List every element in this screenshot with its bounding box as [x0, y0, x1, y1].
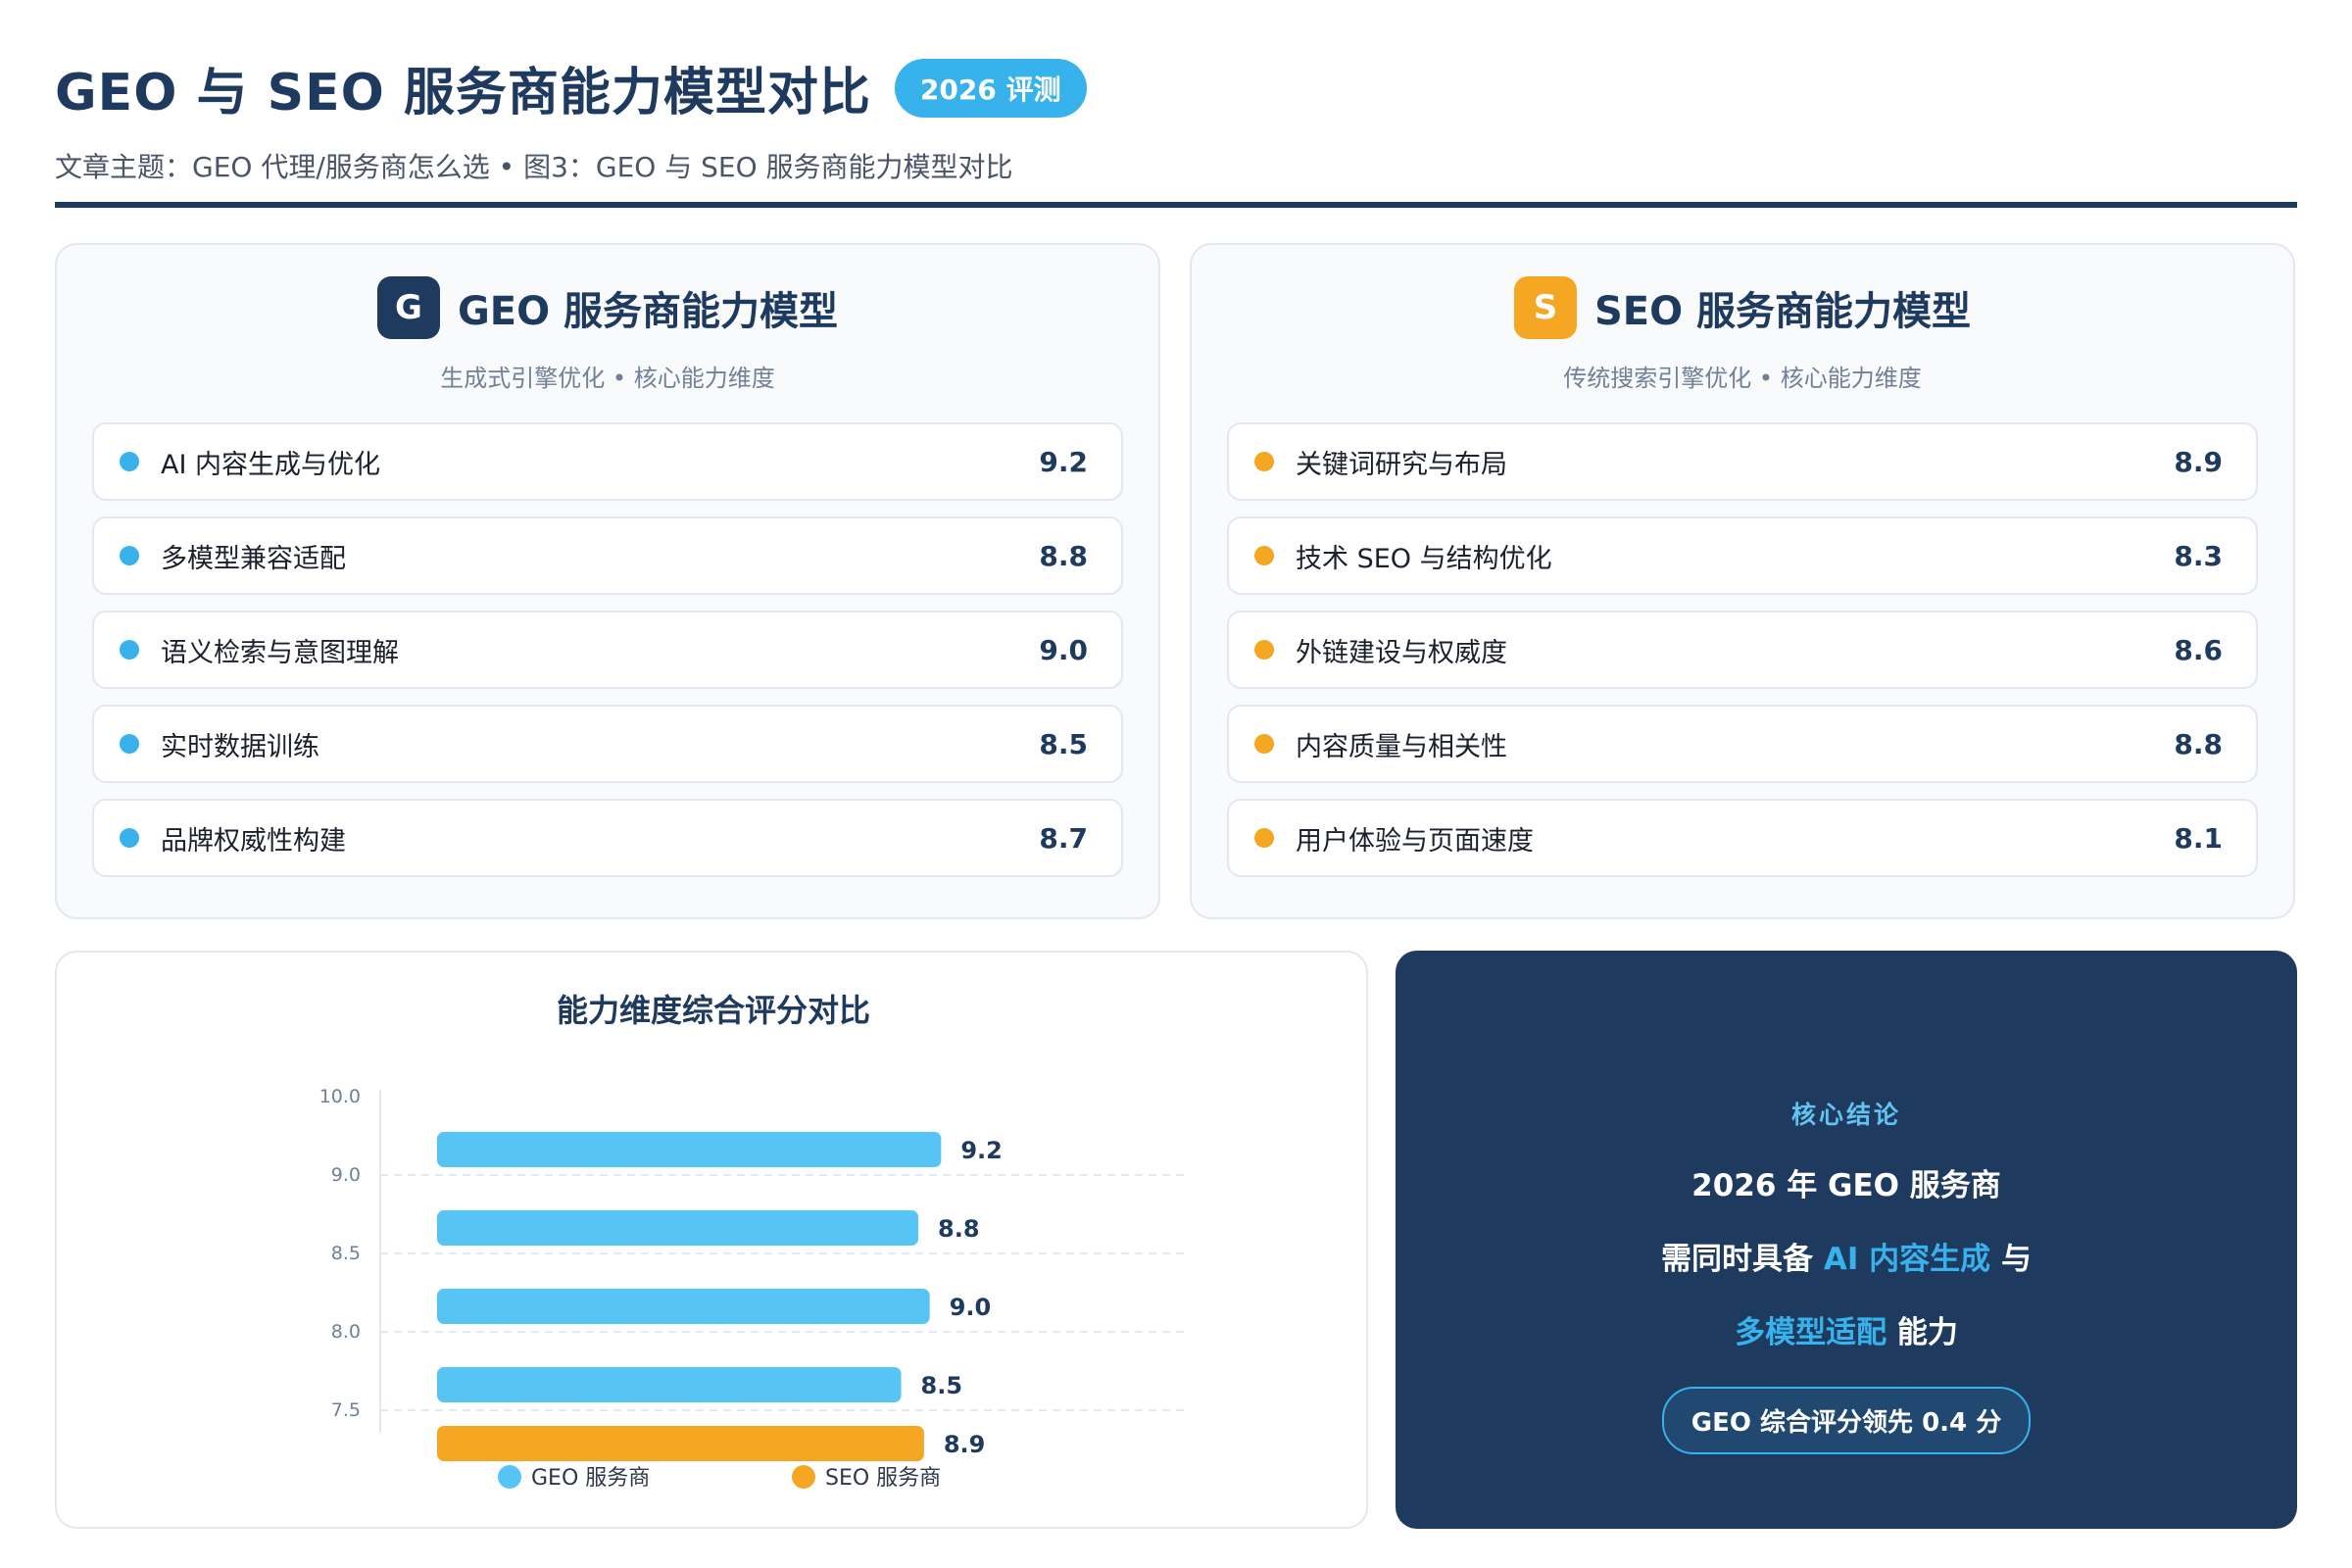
bullet-dot-icon	[1254, 734, 1274, 754]
geo-item-score: 8.7	[1039, 821, 1088, 855]
geo-item-score: 8.5	[1039, 727, 1088, 760]
geo-item-row: 语义检索与意图理解 9.0	[92, 611, 1123, 689]
bullet-dot-icon	[120, 828, 139, 848]
conclusion-label: 核心结论	[1790, 1101, 1901, 1129]
seo-item-score: 8.8	[2174, 727, 2223, 760]
chart-panel: 能力维度综合评分对比 10.0 9.0 8.5 8.0 7.5 9.2 8.8 9.0 8.5 8…	[55, 951, 1368, 1529]
seo-item-score: 8.6	[2174, 633, 2223, 666]
bar-chart: 10.0 9.0 8.5 8.0 7.5 9.2 8.8 9.0 8.5 8.9 GEO 服务商 SE…	[319, 1086, 1184, 1491]
geo-panel-title: GEO 服务商能力模型	[457, 289, 839, 334]
geo-item-label: 语义检索与意图理解	[161, 637, 399, 668]
page-title: GEO 与 SEO 服务商能力模型对比	[55, 64, 871, 122]
conclusion-text: 与	[1990, 1242, 2032, 1277]
bullet-dot-icon	[1254, 828, 1274, 848]
bar-value-label: 8.5	[921, 1372, 963, 1399]
geo-item-row: 多模型兼容适配 8.8	[92, 516, 1123, 595]
conclusion-highlight: AI 内容生成	[1823, 1242, 1991, 1277]
geo-item-row: 实时数据训练 8.5	[92, 705, 1123, 783]
geo-panel-subtitle: 生成式引擎优化 • 核心能力维度	[440, 365, 775, 392]
chart-bar	[437, 1132, 942, 1167]
bar-value-label: 9.0	[950, 1294, 992, 1321]
legend-swatch	[498, 1465, 521, 1489]
conclusion-line-2: 需同时具备 AI 内容生成 与	[1396, 1234, 2297, 1278]
lead-score-pill: GEO 综合评分领先 0.4 分	[1661, 1387, 2032, 1454]
seo-item-row: 外链建设与权威度 8.6	[1227, 611, 2258, 689]
seo-panel-subtitle: 传统搜索引擎优化 • 核心能力维度	[1563, 365, 1922, 392]
bullet-dot-icon	[120, 640, 139, 660]
header-divider	[55, 202, 2297, 208]
seo-item-score: 8.9	[2174, 445, 2223, 478]
seo-item-label: 用户体验与页面速度	[1296, 825, 1534, 857]
legend-swatch	[792, 1465, 815, 1489]
geo-item-label: 品牌权威性构建	[161, 825, 346, 857]
y-tick-label: 8.0	[331, 1321, 361, 1343]
bullet-dot-icon	[120, 734, 139, 754]
seo-letter-icon: S	[1513, 276, 1577, 339]
conclusion-text: 需同时具备	[1661, 1242, 1824, 1277]
conclusion-line-1: 2026 年 GEO 服务商	[1691, 1168, 2001, 1203]
seo-item-label: 技术 SEO 与结构优化	[1296, 543, 1552, 574]
seo-item-row: 技术 SEO 与结构优化 8.3	[1227, 516, 2258, 595]
seo-item-label: 关键词研究与布局	[1296, 449, 1507, 480]
conclusion-line-3: 多模型适配 能力	[1396, 1307, 2297, 1351]
chart-bar	[437, 1426, 924, 1461]
geo-item-score: 9.2	[1039, 445, 1088, 478]
bullet-dot-icon	[120, 452, 139, 471]
chart-bar	[437, 1289, 930, 1324]
seo-item-row: 用户体验与页面速度 8.1	[1227, 799, 2258, 877]
seo-item-label: 外链建设与权威度	[1296, 637, 1507, 668]
geo-item-score: 8.8	[1039, 539, 1088, 572]
y-tick-label: 7.5	[331, 1399, 361, 1421]
seo-item-score: 8.1	[2174, 821, 2223, 855]
geo-item-row: AI 内容生成与优化 9.2	[92, 422, 1123, 501]
page-subtitle: 文章主题：GEO 代理/服务商怎么选 • 图3：GEO 与 SEO 服务商能力模…	[55, 151, 1013, 183]
bullet-dot-icon	[1254, 640, 1274, 660]
chart-bar	[437, 1367, 902, 1402]
chart-bar	[437, 1210, 919, 1246]
seo-item-label: 内容质量与相关性	[1296, 731, 1507, 762]
conclusion-text: 能力	[1886, 1315, 1958, 1350]
bar-value-label: 9.2	[960, 1137, 1003, 1164]
seo-item-row: 内容质量与相关性 8.8	[1227, 705, 2258, 783]
geo-item-row: 品牌权威性构建 8.7	[92, 799, 1123, 877]
geo-item-label: 实时数据训练	[161, 731, 319, 762]
conclusion-card: 核心结论 2026 年 GEO 服务商 需同时具备 AI 内容生成 与 多模型适…	[1396, 951, 2297, 1529]
seo-panel: S SEO 服务商能力模型 传统搜索引擎优化 • 核心能力维度 关键词研究与布局…	[1190, 243, 2295, 919]
geo-item-score: 9.0	[1039, 633, 1088, 666]
geo-item-label: AI 内容生成与优化	[161, 449, 381, 480]
y-tick-label: 8.5	[331, 1243, 361, 1264]
seo-item-row: 关键词研究与布局 8.9	[1227, 422, 2258, 501]
bullet-dot-icon	[1254, 546, 1274, 565]
legend-label: SEO 服务商	[825, 1466, 941, 1491]
legend-label: GEO 服务商	[531, 1466, 650, 1491]
bullet-dot-icon	[120, 546, 139, 565]
seo-item-score: 8.3	[2174, 539, 2223, 572]
geo-letter-icon: G	[376, 276, 440, 339]
y-tick-label: 9.0	[331, 1164, 361, 1186]
seo-panel-title: SEO 服务商能力模型	[1593, 289, 1972, 334]
geo-panel: G GEO 服务商能力模型 生成式引擎优化 • 核心能力维度 AI 内容生成与优…	[55, 243, 1160, 919]
geo-item-label: 多模型兼容适配	[161, 543, 346, 574]
year-badge: 2026 评测	[894, 58, 1087, 118]
bullet-dot-icon	[1254, 452, 1274, 471]
conclusion-highlight: 多模型适配	[1735, 1315, 1887, 1350]
page-header: GEO 与 SEO 服务商能力模型对比 2026 评测 文章主题：GEO 代理/…	[55, 51, 2297, 185]
bar-value-label: 8.8	[938, 1215, 980, 1243]
bar-value-label: 8.9	[944, 1431, 986, 1458]
y-tick-label: 10.0	[319, 1086, 361, 1107]
